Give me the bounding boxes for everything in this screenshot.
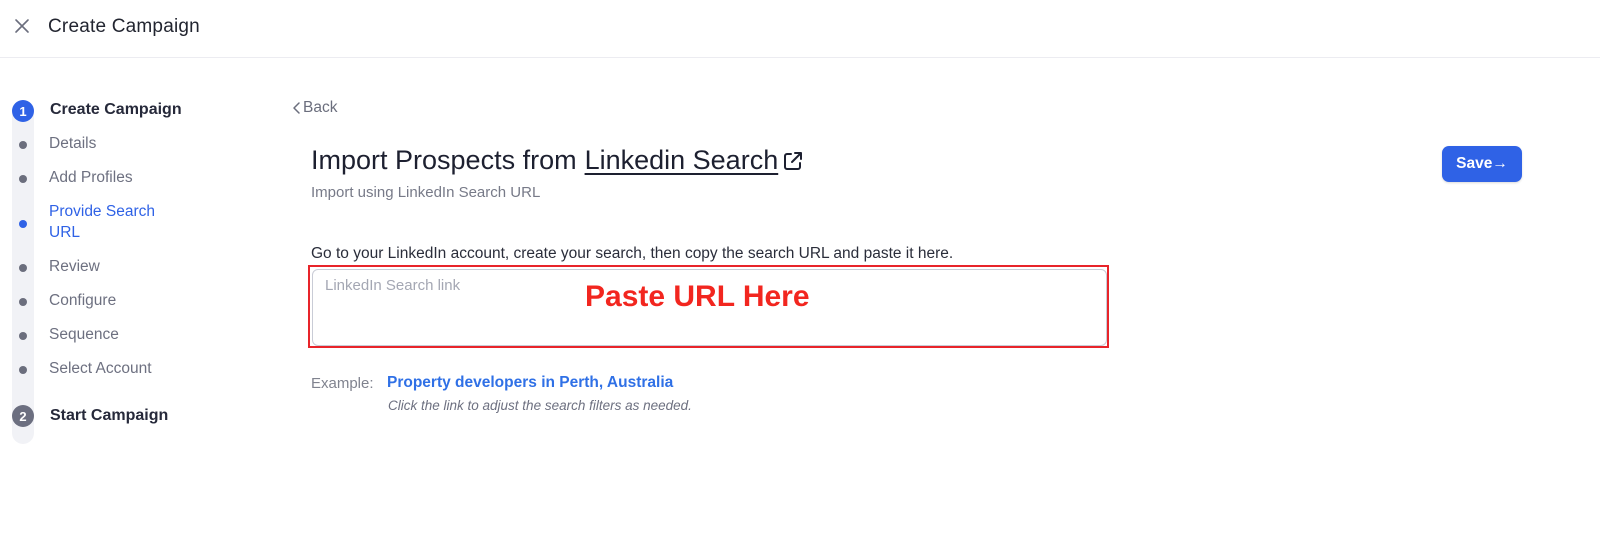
step-dot-details (19, 141, 27, 149)
external-link-icon[interactable] (782, 150, 804, 172)
step-item-sequence[interactable]: Sequence (49, 324, 119, 345)
save-button[interactable]: Save→ (1442, 146, 1522, 182)
step-dot-sequence (19, 332, 27, 340)
page-header-title: Create Campaign (48, 16, 200, 37)
example-label: Example: (311, 375, 374, 392)
example-hint: Click the link to adjust the search filt… (388, 398, 692, 413)
step-dot-provide-search-url (19, 220, 27, 228)
close-button[interactable] (12, 16, 32, 36)
back-label: Back (303, 99, 338, 116)
linkedin-search-url-input[interactable] (312, 269, 1107, 346)
campaign-stepper: 1 Create Campaign Details Add Profiles P… (0, 96, 250, 446)
step-item-provide-search-url[interactable]: Provide Search URL (49, 201, 179, 243)
step-item-review[interactable]: Review (49, 256, 100, 277)
stepper-rail (12, 104, 34, 444)
step-dot-add-profiles (19, 175, 27, 183)
step-dot-select-account (19, 366, 27, 374)
step-dot-review (19, 264, 27, 272)
step-item-select-account[interactable]: Select Account (49, 358, 152, 379)
top-bar: Create Campaign (0, 0, 1600, 58)
step-number-1: 1 (12, 100, 34, 122)
step-heading-start-campaign: Start Campaign (50, 407, 169, 424)
step-item-configure[interactable]: Configure (49, 290, 116, 311)
close-icon[interactable] (14, 18, 30, 34)
page-title-prefix: Import Prospects from (311, 145, 577, 175)
step-heading-create-campaign: Create Campaign (50, 101, 182, 118)
back-link[interactable]: Back (291, 99, 337, 117)
chevron-left-icon (293, 102, 300, 114)
page-title: Import Prospects from Linkedin Search (311, 145, 804, 176)
step-dot-configure (19, 298, 27, 306)
example-search-link[interactable]: Property developers in Perth, Australia (387, 374, 673, 392)
linkedin-search-link[interactable]: Linkedin Search (585, 145, 779, 176)
url-input-highlight (308, 265, 1109, 348)
step-number-2: 2 (12, 405, 34, 427)
step-item-details[interactable]: Details (49, 133, 96, 154)
step-item-add-profiles[interactable]: Add Profiles (49, 167, 133, 188)
page-subtitle: Import using LinkedIn Search URL (311, 184, 541, 201)
instructions-text: Go to your LinkedIn account, create your… (311, 245, 954, 262)
